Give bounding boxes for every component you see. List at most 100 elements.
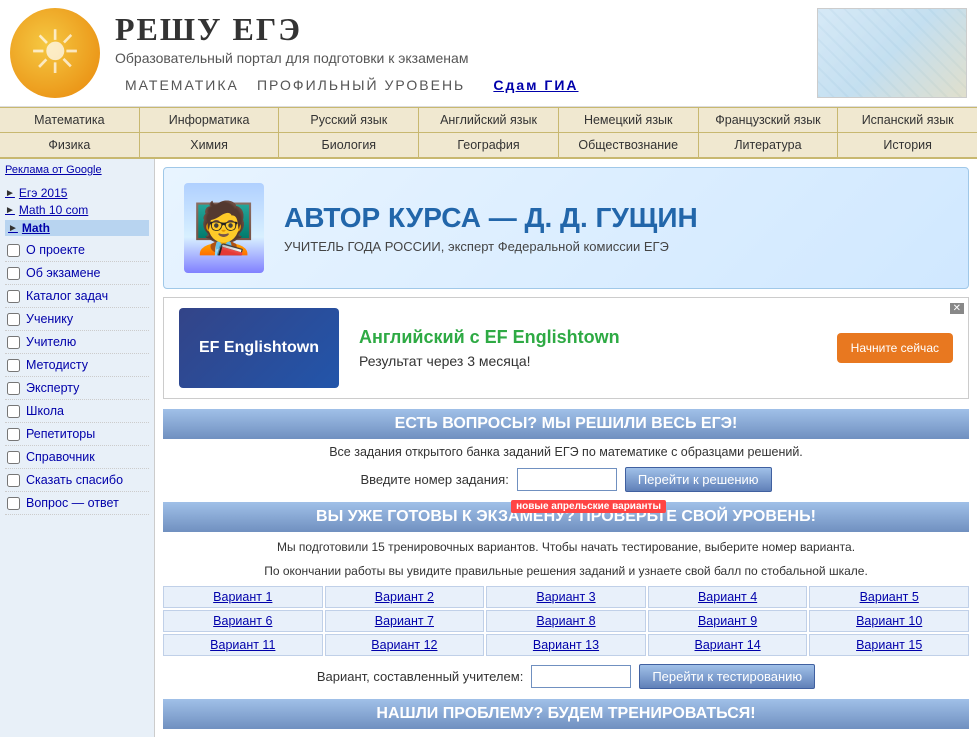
variant-link-10[interactable]: Вариант 10 — [809, 610, 969, 632]
sidebar-checkbox-9[interactable] — [7, 451, 20, 464]
questions-section: ЕСТЬ ВОПРОСЫ? МЫ РЕШИЛИ ВЕСЬ ЕГЭ! Все за… — [163, 409, 969, 492]
variant-link-8[interactable]: Вариант 8 — [486, 610, 646, 632]
ef-title: Английский с EF Englishtown — [359, 327, 817, 348]
variant-link-3[interactable]: Вариант 3 — [486, 586, 646, 608]
sidebar-checkbox-0[interactable] — [7, 244, 20, 257]
author-subtitle: УЧИТЕЛЬ ГОДА РОССИИ, эксперт Федеральной… — [284, 239, 948, 254]
variants-grid: Вариант 1Вариант 2Вариант 3Вариант 4Вари… — [163, 586, 969, 656]
header: РЕШУ ЕГЭ Образовательный портал для подг… — [0, 0, 977, 107]
sidebar-link-4[interactable]: Учителю — [5, 331, 149, 354]
variants-text1: Мы подготовили 15 тренировочных варианто… — [163, 538, 969, 556]
nav2-item-физика[interactable]: Физика — [0, 133, 140, 157]
ef-subtitle: Результат через 3 месяца! — [359, 353, 817, 369]
sidebar-ad-2[interactable]: Math — [5, 220, 149, 236]
sidebar-checkbox-2[interactable] — [7, 290, 20, 303]
sidebar-link-6[interactable]: Эксперту — [5, 377, 149, 400]
ads-label[interactable]: Реклама от Google — [5, 164, 149, 176]
variant-link-6[interactable]: Вариант 6 — [163, 610, 323, 632]
sdam-gia-link[interactable]: Сдам ГИА — [493, 77, 578, 93]
variant-link-14[interactable]: Вариант 14 — [648, 634, 808, 656]
ef-logo: EF Englishtown — [179, 308, 339, 388]
nav2-item-обществознание[interactable]: Обществознание — [559, 133, 699, 157]
nav-row-2: ФизикаХимияБиологияГеографияОбществознан… — [0, 133, 977, 159]
ef-text-block: Английский с EF Englishtown Результат че… — [339, 327, 837, 369]
sidebar-link-2[interactable]: Каталог задач — [5, 285, 149, 308]
variant-link-5[interactable]: Вариант 5 — [809, 586, 969, 608]
variant-link-4[interactable]: Вариант 4 — [648, 586, 808, 608]
go-to-testing-button[interactable]: Перейти к тестированию — [639, 664, 815, 689]
sidebar-checkbox-7[interactable] — [7, 405, 20, 418]
sidebar-checkbox-10[interactable] — [7, 474, 20, 487]
nav1-item-русский-язык[interactable]: Русский язык — [279, 108, 419, 132]
variants-section: ВЫ УЖЕ ГОТОВЫ К ЭКЗАМЕНУ? ПРОВЕРЬТЕ СВОЙ… — [163, 502, 969, 689]
nav1-item-информатика[interactable]: Информатика — [140, 108, 280, 132]
nav2-item-география[interactable]: География — [419, 133, 559, 157]
sidebar-ad-0[interactable]: Егэ 2015 — [5, 186, 149, 200]
variant-link-15[interactable]: Вариант 15 — [809, 634, 969, 656]
sidebar-links: Егэ 2015 Math 10 com Math О проектеОб экзам… — [5, 186, 149, 515]
sidebar-checkbox-4[interactable] — [7, 336, 20, 349]
author-text-block: АВТОР КУРСА — Д. Д. ГУЩИН УЧИТЕЛЬ ГОДА Р… — [284, 202, 948, 254]
sidebar-link-8[interactable]: Репетиторы — [5, 423, 149, 446]
sidebar-link-0[interactable]: О проекте — [5, 239, 149, 262]
header-image — [817, 8, 967, 98]
content-area: 🧑‍🏫 АВТОР КУРСА — Д. Д. ГУЩИН УЧИТЕЛЬ ГО… — [155, 159, 977, 737]
sidebar-link-5[interactable]: Методисту — [5, 354, 149, 377]
close-icon[interactable]: ✕ — [950, 303, 964, 314]
variants-text2: По окончании работы вы увидите правильны… — [163, 562, 969, 580]
variant-link-12[interactable]: Вариант 12 — [325, 634, 485, 656]
variant-link-9[interactable]: Вариант 9 — [648, 610, 808, 632]
sidebar-link-10[interactable]: Сказать спасибо — [5, 469, 149, 492]
variants-header: ВЫ УЖЕ ГОТОВЫ К ЭКЗАМЕНУ? ПРОВЕРЬТЕ СВОЙ… — [163, 502, 969, 532]
teacher-input-label: Вариант, составленный учителем: — [317, 669, 523, 684]
site-subtitle: Образовательный портал для подготовки к … — [115, 50, 817, 66]
questions-text: Все задания открытого банка заданий ЕГЭ … — [163, 445, 969, 459]
ef-banner: EF Englishtown Английский с EF Englishto… — [163, 297, 969, 399]
nav1-item-немецкий-язык[interactable]: Немецкий язык — [559, 108, 699, 132]
author-figure-icon: 🧑‍🏫 — [193, 199, 255, 258]
sidebar: Реклама от Google Егэ 2015 Math 10 com Mat… — [0, 159, 155, 737]
task-number-input[interactable] — [517, 468, 617, 491]
sidebar-checkbox-6[interactable] — [7, 382, 20, 395]
nav1-item-французский-язык[interactable]: Французский язык — [699, 108, 839, 132]
variant-link-2[interactable]: Вариант 2 — [325, 586, 485, 608]
nav1-item-английский-язык[interactable]: Английский язык — [419, 108, 559, 132]
sidebar-checkbox-8[interactable] — [7, 428, 20, 441]
sidebar-link-7[interactable]: Школа — [5, 400, 149, 423]
author-banner: 🧑‍🏫 АВТОР КУРСА — Д. Д. ГУЩИН УЧИТЕЛЬ ГО… — [163, 167, 969, 289]
main-layout: Реклама от Google Егэ 2015 Math 10 com Mat… — [0, 159, 977, 737]
variant-link-7[interactable]: Вариант 7 — [325, 610, 485, 632]
sidebar-link-1[interactable]: Об экзамене — [5, 262, 149, 285]
sidebar-checkbox-1[interactable] — [7, 267, 20, 280]
site-subject: МАТЕМАТИКА ПРОФИЛЬНЫЙ УРОВЕНЬ Сдам ГИА — [115, 70, 817, 96]
go-to-solution-button[interactable]: Перейти к решению — [625, 467, 772, 492]
new-badge: новые апрельские варианты — [511, 500, 666, 513]
nav1-item-математика[interactable]: Математика — [0, 108, 140, 132]
nav2-item-литература[interactable]: Литература — [699, 133, 839, 157]
nav2-item-биология[interactable]: Биология — [279, 133, 419, 157]
variant-link-13[interactable]: Вариант 13 — [486, 634, 646, 656]
ef-action-button[interactable]: Начните сейчас — [837, 333, 953, 363]
variant-link-1[interactable]: Вариант 1 — [163, 586, 323, 608]
task-input-label: Введите номер задания: — [360, 472, 508, 487]
sidebar-checkbox-3[interactable] — [7, 313, 20, 326]
task-input-row: Введите номер задания: Перейти к решению — [163, 467, 969, 492]
author-title: АВТОР КУРСА — Д. Д. ГУЩИН — [284, 202, 948, 234]
nav2-item-история[interactable]: История — [838, 133, 977, 157]
header-text: РЕШУ ЕГЭ Образовательный портал для подг… — [115, 11, 817, 96]
teacher-input-row: Вариант, составленный учителем: Перейти … — [163, 664, 969, 689]
nav1-item-испанский-язык[interactable]: Испанский язык — [838, 108, 977, 132]
nav-row-1: МатематикаИнформатикаРусский языкАнглийс… — [0, 107, 977, 133]
sidebar-link-9[interactable]: Справочник — [5, 446, 149, 469]
nav2-item-химия[interactable]: Химия — [140, 133, 280, 157]
sidebar-checkbox-5[interactable] — [7, 359, 20, 372]
sidebar-link-3[interactable]: Ученику — [5, 308, 149, 331]
site-logo — [10, 8, 100, 98]
sidebar-link-11[interactable]: Вопрос — ответ — [5, 492, 149, 515]
sidebar-checkbox-11[interactable] — [7, 497, 20, 510]
variant-link-11[interactable]: Вариант 11 — [163, 634, 323, 656]
site-title: РЕШУ ЕГЭ — [115, 11, 817, 48]
sidebar-ad-1[interactable]: Math 10 com — [5, 203, 149, 217]
teacher-variant-input[interactable] — [531, 665, 631, 688]
ef-close-button[interactable]: ✕ — [950, 302, 964, 314]
